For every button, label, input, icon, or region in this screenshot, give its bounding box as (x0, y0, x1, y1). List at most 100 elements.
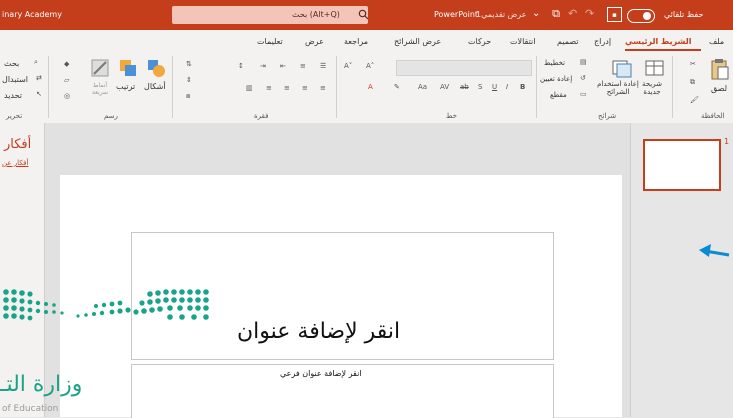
title-left-text: inary Academy (2, 10, 62, 19)
shapes-label[interactable]: أشكال (144, 82, 166, 91)
numbering-icon[interactable]: ≡ (300, 62, 306, 70)
find-label[interactable]: بحث (4, 59, 19, 68)
subtitle-placeholder-text: انقر لإضافة عنوان فرعي (280, 369, 362, 378)
underline-icon[interactable]: U (492, 83, 497, 91)
layout-icon[interactable]: ▤ (580, 58, 587, 66)
group-divider (172, 56, 173, 118)
group-divider (48, 56, 49, 118)
font-color-icon[interactable]: A (368, 83, 373, 91)
new-slide-icon[interactable] (645, 58, 665, 78)
tab-home[interactable]: الشريط الرئيسي (625, 37, 691, 46)
find-icon[interactable]: ⌕ (34, 58, 38, 67)
layout-label[interactable]: تخطيط (544, 59, 565, 67)
active-tab-indicator (625, 49, 701, 51)
shadow-icon[interactable]: S (478, 83, 482, 91)
slides-group-label: شرائح (598, 112, 617, 120)
highlight-icon[interactable]: ✎ (394, 83, 400, 91)
columns-icon[interactable]: ▥ (246, 84, 253, 92)
tab-review[interactable]: مراجعة (344, 37, 368, 46)
tab-file[interactable]: ملف (709, 37, 724, 46)
decrease-indent-icon[interactable]: ⇤ (280, 62, 286, 70)
ministry-logo-subtext: of Education (2, 404, 59, 414)
ribbon-tab-bar: ملف الشريط الرئيسي إدراج تصميم انتقالات … (0, 30, 733, 52)
section-label[interactable]: مقطع (550, 91, 567, 99)
tab-insert[interactable]: إدراج (594, 37, 611, 46)
align-right-icon[interactable]: ≡ (320, 84, 326, 92)
designer-panel-link[interactable]: أفكار عن (2, 159, 28, 167)
replace-label[interactable]: استبدال (2, 75, 28, 84)
align-left-icon[interactable]: ≡ (284, 84, 290, 92)
redo-icon[interactable]: ↷ (585, 7, 594, 20)
undo-icon[interactable]: ↶ (568, 7, 577, 20)
justify-icon[interactable]: ≡ (266, 84, 272, 92)
autosave-label: حفظ تلقائي (664, 10, 704, 19)
slide-thumbnail-number: 1 (724, 137, 730, 146)
text-direction-icon[interactable]: ⇅ (186, 60, 192, 68)
dropdown-icon[interactable]: ⌄ (532, 8, 540, 19)
arrange-icon[interactable] (118, 58, 138, 78)
search-box[interactable]: (Alt+Q) بحث (172, 6, 369, 24)
slide-thumbnail[interactable] (643, 139, 721, 191)
font-name-dropdown[interactable] (396, 60, 532, 76)
save-icon[interactable]: ▪ (607, 7, 622, 22)
clipboard-group-label: الحافظة (701, 112, 725, 120)
quick-styles-icon[interactable] (90, 58, 110, 78)
ribbon: لصق ✂ ⧉ 🖌 الحافظة شريحة جديدة إعادة استخ… (0, 52, 733, 124)
smartart-icon[interactable]: ⧈ (186, 92, 190, 101)
tab-design[interactable]: تصميم (557, 37, 579, 46)
group-divider (536, 56, 537, 118)
search-box-label: (Alt+Q) بحث (292, 10, 340, 19)
tab-transitions[interactable]: انتقالات (510, 37, 535, 46)
align-center-icon[interactable]: ≡ (302, 84, 308, 92)
cut-icon[interactable]: ✂ (690, 60, 696, 68)
change-case-icon[interactable]: Aa (418, 83, 427, 91)
thumbnail-pane: 1 (630, 123, 733, 417)
paste-icon[interactable] (711, 58, 729, 80)
replace-icon[interactable]: ⇄ (36, 74, 42, 82)
search-icon (358, 9, 369, 20)
title-placeholder-text: انقر لإضافة عنوان (237, 319, 401, 344)
drawing-group-label: رسم (104, 112, 118, 120)
paragraph-group-label: فقرة (254, 112, 269, 120)
document-name: عرض تقديمي1 (476, 10, 527, 19)
decrease-font-icon[interactable]: A˅ (344, 62, 352, 70)
tab-animations[interactable]: حركات (468, 37, 491, 46)
app-name: PowerPoint (434, 10, 479, 19)
group-divider (672, 56, 673, 118)
presenter-icon[interactable]: ⧉ (549, 7, 563, 21)
bullets-icon[interactable]: ☰ (320, 62, 326, 70)
bold-icon[interactable]: B (520, 83, 525, 91)
strikethrough-icon[interactable]: ab (460, 83, 469, 91)
clipboard-group: لصق ✂ ⧉ 🖌 الحافظة (676, 54, 733, 122)
section-icon[interactable]: ▭ (580, 90, 587, 98)
quick-styles-label[interactable]: أنماط سريعة (86, 82, 114, 96)
reuse-slides-label[interactable]: إعادة استخدام الشرائح (594, 80, 642, 96)
shape-outline-icon[interactable]: ▱ (64, 76, 69, 84)
reuse-slides-icon[interactable] (612, 58, 632, 78)
align-text-icon[interactable]: ⇕ (186, 76, 192, 84)
increase-indent-icon[interactable]: ⇥ (260, 62, 266, 70)
autosave-toggle[interactable] (627, 9, 655, 23)
increase-font-icon[interactable]: A˄ (366, 62, 374, 70)
shape-fill-icon[interactable]: ◆ (64, 60, 69, 68)
italic-icon[interactable]: I (506, 83, 508, 91)
select-label[interactable]: تحديد (4, 91, 22, 100)
tab-help[interactable]: تعليمات (257, 37, 283, 46)
tab-view[interactable]: عرض (305, 37, 324, 46)
subtitle-placeholder[interactable]: انقر لإضافة عنوان فرعي (131, 364, 554, 418)
reset-label[interactable]: إعادة تعيين (540, 75, 572, 83)
select-icon[interactable]: ↖ (36, 90, 42, 98)
font-group: A˄ A˅ B I U S ab AV Aa ✎ A خط (340, 54, 534, 122)
reset-icon[interactable]: ↺ (580, 74, 586, 82)
shape-effects-icon[interactable]: ◎ (64, 92, 70, 100)
line-spacing-icon[interactable]: ↕ (238, 62, 244, 70)
arrange-label[interactable]: ترتيب (116, 82, 135, 91)
designer-panel-title: أفكار (4, 137, 32, 152)
copy-icon[interactable]: ⧉ (690, 78, 695, 87)
format-painter-icon[interactable]: 🖌 (690, 96, 699, 104)
tab-slideshow[interactable]: عرض الشرائح (394, 37, 441, 46)
char-spacing-icon[interactable]: AV (440, 83, 449, 91)
shapes-icon[interactable] (146, 58, 166, 78)
ministry-logo-dots (3, 289, 209, 321)
drawing-group: أشكال ترتيب أنماط سريعة ◆ ▱ ◎ رسم (52, 54, 170, 122)
